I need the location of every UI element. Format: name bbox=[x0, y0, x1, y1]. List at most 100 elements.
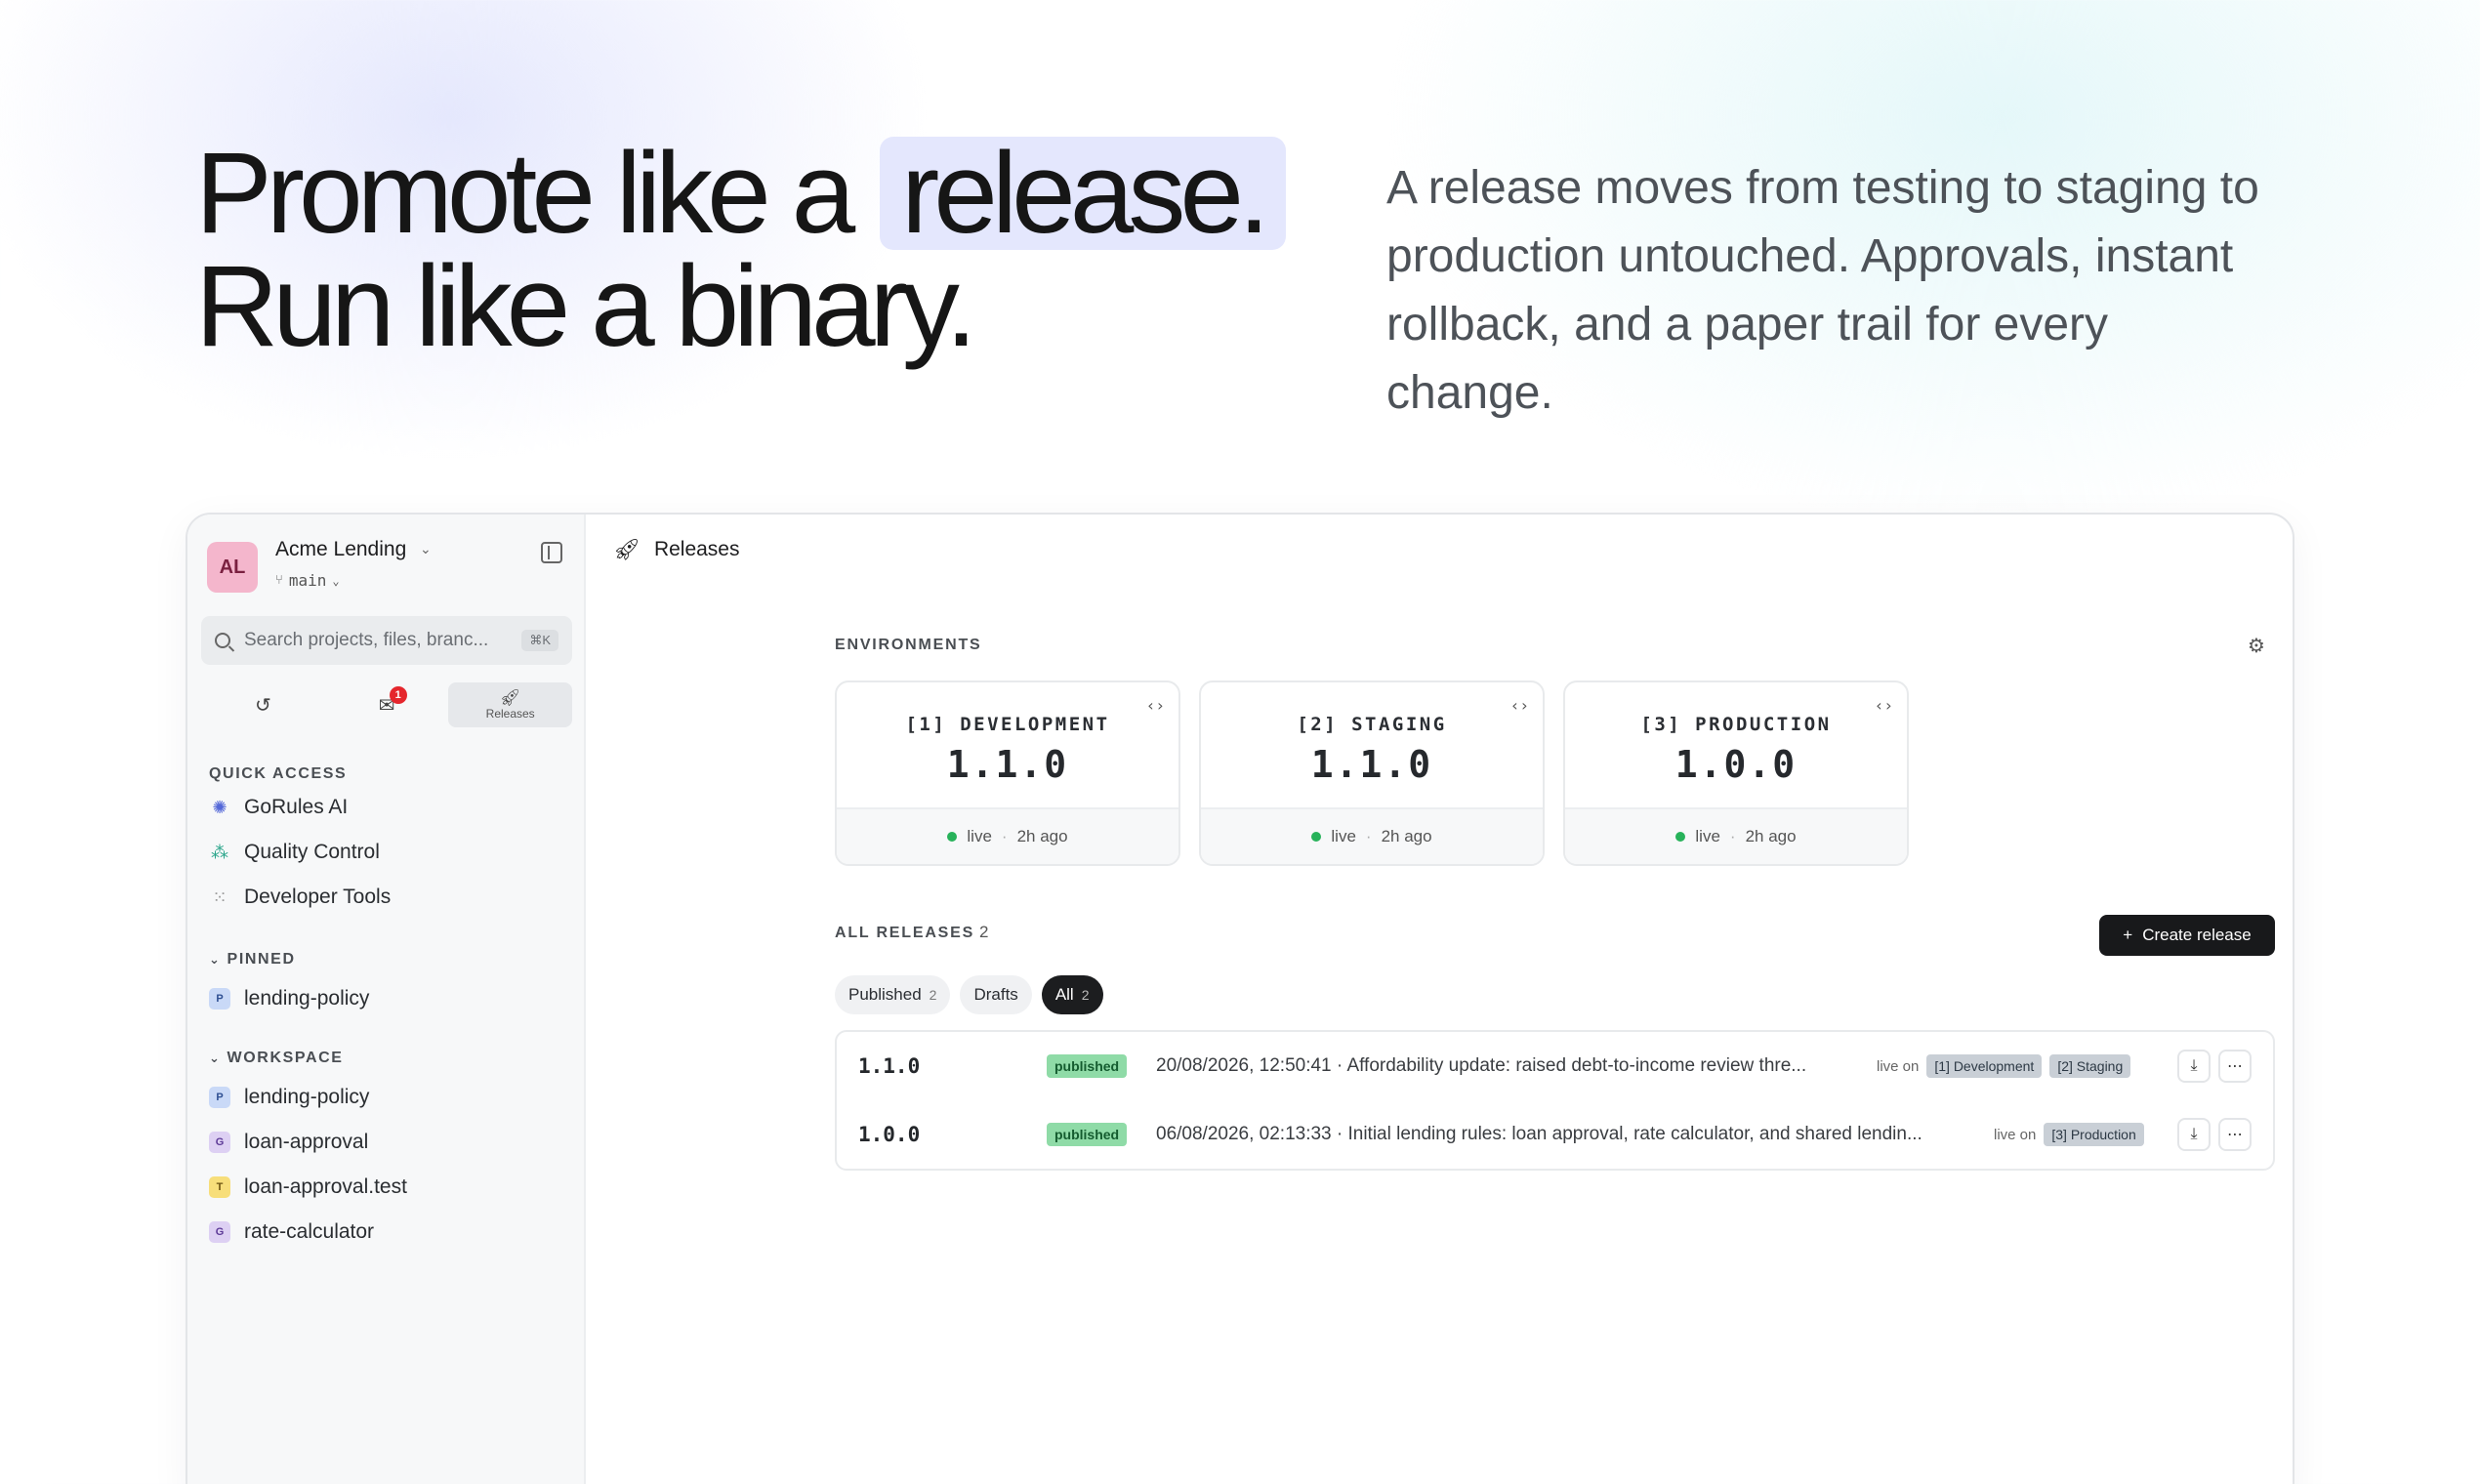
hero-title-text: Promote like a bbox=[195, 129, 855, 258]
quick-access-quality-control[interactable]: ⁂ Quality Control bbox=[209, 841, 380, 864]
environment-status-text: live bbox=[1695, 827, 1720, 845]
code-icon[interactable]: ‹› bbox=[1510, 696, 1529, 715]
environment-time: 2h ago bbox=[1381, 827, 1432, 845]
download-button[interactable]: ⤓ bbox=[2177, 1118, 2211, 1151]
release-version: 1.0.0 bbox=[858, 1123, 921, 1146]
workspace-title[interactable]: ⌄ WORKSPACE bbox=[209, 1050, 344, 1067]
quality-icon: ⁂ bbox=[211, 842, 228, 862]
download-button[interactable]: ⤓ bbox=[2177, 1050, 2211, 1083]
live-on-label: live on bbox=[1877, 1057, 1920, 1075]
release-description: 20/08/2026, 12:50:41 · Affordability upd… bbox=[1156, 1055, 1807, 1076]
release-live-on: live on [3] Production bbox=[1994, 1123, 2144, 1146]
environment-version: 1.1.0 bbox=[946, 743, 1069, 786]
download-icon: ⤓ bbox=[2190, 1126, 2198, 1142]
branch-switcher[interactable]: ⑂ main ⌄ bbox=[275, 571, 340, 590]
sidebar-collapse-icon[interactable] bbox=[541, 542, 562, 563]
gear-icon[interactable]: ⚙ bbox=[2248, 634, 2265, 658]
ai-icon: ✺ bbox=[212, 797, 227, 817]
environment-card-development[interactable]: ‹› [1] DEVELOPMENT 1.1.0 live · 2h ago bbox=[835, 680, 1180, 866]
separator: · bbox=[1001, 827, 1008, 845]
quick-access-gorules-ai[interactable]: ✺ GoRules AI bbox=[209, 796, 348, 819]
filter-all[interactable]: All 2 bbox=[1041, 975, 1103, 1014]
environment-name: [1] DEVELOPMENT bbox=[905, 714, 1110, 735]
pinned-item-lending-policy[interactable]: P lending-policy bbox=[209, 987, 369, 1010]
graph-type-icon: G bbox=[209, 1221, 230, 1243]
create-release-button[interactable]: + Create release bbox=[2099, 915, 2275, 956]
environment-status: live · 2h ago bbox=[1565, 807, 1907, 864]
git-branch-icon: ⑂ bbox=[275, 573, 283, 588]
pinned-title[interactable]: ⌄ PINNED bbox=[209, 951, 296, 969]
environment-card-production[interactable]: ‹› [3] PRODUCTION 1.0.0 live · 2h ago bbox=[1563, 680, 1909, 866]
code-icon[interactable]: ‹› bbox=[1875, 696, 1893, 715]
environment-tag: [1] Development bbox=[1926, 1054, 2043, 1078]
environment-time: 2h ago bbox=[1745, 827, 1797, 845]
live-on-label: live on bbox=[1994, 1126, 2037, 1143]
environment-status: live · 2h ago bbox=[1201, 807, 1543, 864]
status-badge: published bbox=[1047, 1054, 1128, 1078]
search-input[interactable]: Search projects, files, branc... ⌘K bbox=[201, 616, 572, 665]
plus-icon: + bbox=[2123, 926, 2133, 944]
hero-title-highlight: release. bbox=[880, 136, 1286, 251]
search-shortcut: ⌘K bbox=[521, 630, 558, 651]
more-options-button[interactable]: ⋯ bbox=[2218, 1118, 2252, 1151]
environment-card-staging[interactable]: ‹› [2] STAGING 1.1.0 live · 2h ago bbox=[1199, 680, 1545, 866]
org-switcher[interactable]: Acme Lending bbox=[275, 538, 406, 561]
hero-title-line-1: Promote like a release. bbox=[195, 136, 1286, 251]
live-status-dot bbox=[1311, 832, 1322, 842]
release-description: 06/08/2026, 02:13:33 · Initial lending r… bbox=[1156, 1124, 1922, 1144]
quick-access-label: GoRules AI bbox=[244, 796, 349, 818]
more-options-button[interactable]: ⋯ bbox=[2218, 1050, 2252, 1083]
tab-notifications[interactable]: ✉ 1 bbox=[325, 682, 449, 727]
table-row[interactable]: 1.0.0 published 06/08/2026, 02:13:33 · I… bbox=[837, 1100, 2273, 1169]
workspace-item-label: loan-approval.test bbox=[244, 1175, 407, 1198]
rocket-icon: 🚀︎ bbox=[499, 688, 521, 707]
branch-name: main bbox=[288, 571, 327, 590]
table-row[interactable]: 1.1.0 published 20/08/2026, 12:50:41 · A… bbox=[837, 1032, 2273, 1100]
download-icon: ⤓ bbox=[2190, 1057, 2198, 1074]
workspace-item-loan-approval[interactable]: G loan-approval bbox=[209, 1131, 368, 1154]
project-type-icon: P bbox=[209, 988, 230, 1010]
org-avatar[interactable]: AL bbox=[207, 542, 258, 593]
hero-title-line-2: Run like a binary. bbox=[195, 242, 977, 371]
test-type-icon: T bbox=[209, 1176, 230, 1198]
environment-tag: [3] Production bbox=[2044, 1123, 2144, 1146]
workspace-item-label: lending-policy bbox=[244, 1086, 370, 1108]
quick-access-title: QUICK ACCESS bbox=[209, 765, 348, 782]
filter-count: 2 bbox=[1081, 987, 1090, 1003]
more-icon: ⋯ bbox=[2227, 1058, 2243, 1075]
quick-access-label: Quality Control bbox=[244, 841, 380, 863]
tab-releases-label: Releases bbox=[485, 707, 535, 721]
environment-status-text: live bbox=[967, 827, 992, 845]
filter-count: 2 bbox=[929, 987, 937, 1003]
tab-releases[interactable]: 🚀︎ Releases bbox=[448, 682, 573, 727]
quick-access-developer-tools[interactable]: ⁙ Developer Tools bbox=[209, 886, 391, 909]
search-placeholder: Search projects, files, branc... bbox=[244, 630, 489, 650]
hero-subtitle: A release moves from testing to staging … bbox=[1386, 162, 2259, 419]
workspace-item-rate-calculator[interactable]: G rate-calculator bbox=[209, 1220, 374, 1244]
workspace-item-label: rate-calculator bbox=[244, 1220, 375, 1243]
pinned-title-label: PINNED bbox=[227, 951, 296, 968]
filter-published[interactable]: Published 2 bbox=[835, 975, 951, 1014]
main-content: 🚀︎ Releases ENVIRONMENTS ⚙ ‹› [1] DEVELO… bbox=[586, 515, 2293, 1484]
page-header: 🚀︎ Releases bbox=[586, 515, 2293, 585]
environments-title: ENVIRONMENTS bbox=[835, 637, 982, 653]
history-icon: ↺ bbox=[254, 694, 271, 717]
chevron-down-icon: ⌄ bbox=[332, 573, 340, 588]
separator: · bbox=[1729, 827, 1736, 845]
live-status-dot bbox=[1675, 832, 1686, 842]
code-icon[interactable]: ‹› bbox=[1146, 696, 1165, 715]
workspace-item-lending-policy[interactable]: P lending-policy bbox=[209, 1086, 369, 1109]
release-filters: Published 2 Drafts All 2 bbox=[835, 975, 1103, 1014]
environment-name: [2] STAGING bbox=[1297, 714, 1447, 735]
more-icon: ⋯ bbox=[2227, 1127, 2243, 1143]
all-releases-title: ALL RELEASES bbox=[835, 925, 975, 941]
release-version: 1.1.0 bbox=[858, 1054, 921, 1078]
tab-history[interactable]: ↺ bbox=[201, 682, 325, 727]
rocket-icon: 🚀︎ bbox=[613, 537, 641, 561]
chevron-down-icon[interactable]: ⌄ bbox=[420, 541, 432, 557]
environment-version: 1.1.0 bbox=[1310, 743, 1433, 786]
hero-title: Promote like a release. Run like a binar… bbox=[195, 136, 1286, 371]
workspace-item-loan-approval-test[interactable]: T loan-approval.test bbox=[209, 1175, 407, 1199]
separator: · bbox=[1365, 827, 1372, 845]
filter-drafts[interactable]: Drafts bbox=[960, 975, 1032, 1014]
